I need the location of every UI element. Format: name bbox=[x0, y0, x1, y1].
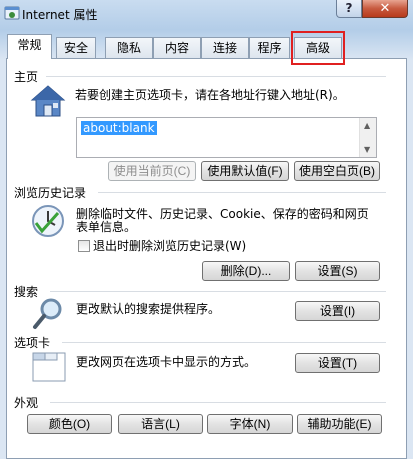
internet-properties-window: Internet 属性 ? ✕ 常规 安全 隐私 内容 连接 程序 高级 主页 … bbox=[0, 0, 413, 459]
title-bar[interactable]: Internet 属性 ? ✕ bbox=[0, 0, 413, 30]
home-description: 若要创建主页选项卡，请在各地址行键入地址(R)。 bbox=[75, 88, 345, 102]
scroll-down-icon[interactable]: ▼ bbox=[364, 145, 370, 154]
window-title: Internet 属性 bbox=[22, 8, 98, 22]
history-divider bbox=[98, 192, 386, 193]
tab-content[interactable]: 内容 bbox=[153, 37, 201, 58]
magnifier-icon bbox=[33, 298, 62, 329]
accessibility-button[interactable]: 辅助功能(E) bbox=[297, 414, 382, 434]
delete-on-exit-checkbox[interactable] bbox=[78, 240, 90, 252]
home-url-input[interactable]: about:blank ▲ ▼ bbox=[76, 117, 377, 158]
history-clock-icon bbox=[32, 205, 64, 237]
tab-general[interactable]: 常规 bbox=[7, 34, 52, 59]
advanced-tab-highlight bbox=[291, 31, 345, 65]
tab-privacy[interactable]: 隐私 bbox=[105, 37, 153, 58]
history-section-title: 浏览历史记录 bbox=[14, 186, 87, 200]
search-settings-button[interactable]: 设置(I) bbox=[295, 301, 380, 321]
fonts-button[interactable]: 字体(N) bbox=[207, 414, 293, 434]
home-section-title: 主页 bbox=[14, 70, 39, 84]
use-default-button[interactable]: 使用默认值(F) bbox=[201, 161, 289, 181]
home-divider bbox=[46, 76, 386, 77]
close-button[interactable]: ✕ bbox=[362, 0, 408, 18]
history-settings-button[interactable]: 设置(S) bbox=[295, 261, 380, 281]
tab-programs[interactable]: 程序 bbox=[249, 37, 290, 58]
appearance-section-title: 外观 bbox=[14, 396, 39, 410]
tabs-icon bbox=[32, 352, 66, 382]
tabs-settings-button[interactable]: 设置(T) bbox=[295, 353, 380, 373]
tab-security[interactable]: 安全 bbox=[56, 37, 96, 58]
search-description: 更改默认的搜索提供程序。 bbox=[76, 302, 221, 316]
tab-connections[interactable]: 连接 bbox=[201, 37, 249, 58]
tabs-divider bbox=[62, 342, 386, 343]
delete-on-exit-label[interactable]: 退出时删除浏览历史记录(W) bbox=[93, 239, 246, 253]
history-description-line1: 删除临时文件、历史记录、Cookie、保存的密码和网页 bbox=[76, 207, 369, 221]
scroll-up-icon[interactable]: ▲ bbox=[364, 121, 370, 130]
internet-icon bbox=[4, 6, 20, 20]
history-description-line2: 表单信息。 bbox=[76, 220, 137, 234]
use-blank-button[interactable]: 使用空白页(B) bbox=[294, 161, 380, 181]
search-divider bbox=[50, 291, 386, 292]
languages-button[interactable]: 语言(L) bbox=[118, 414, 203, 434]
home-url-scrollbar[interactable]: ▲ ▼ bbox=[359, 118, 376, 157]
home-url-text: about:blank bbox=[81, 121, 157, 135]
help-button[interactable]: ? bbox=[336, 0, 362, 18]
home-icon bbox=[30, 85, 66, 117]
appearance-divider bbox=[50, 402, 386, 403]
tabs-description: 更改网页在选项卡中显示的方式。 bbox=[76, 355, 257, 369]
colors-button[interactable]: 颜色(O) bbox=[27, 414, 112, 434]
use-current-button[interactable]: 使用当前页(C) bbox=[108, 161, 196, 181]
delete-history-button[interactable]: 删除(D)... bbox=[202, 261, 290, 281]
